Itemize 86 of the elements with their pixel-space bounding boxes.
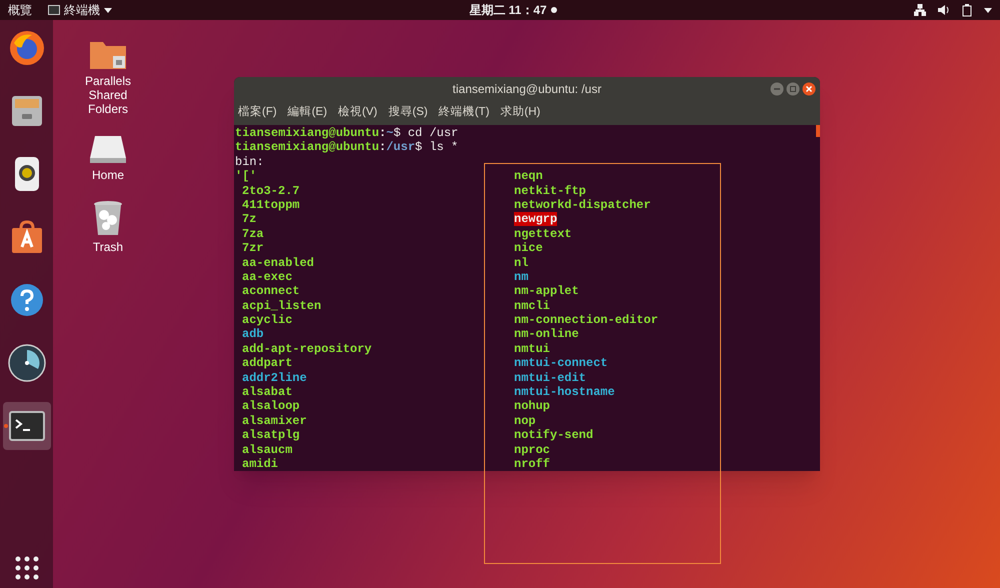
menu-item[interactable]: 檢視(V) (338, 104, 378, 122)
file-name: alsabat (242, 385, 292, 400)
file-name: nm-online (514, 327, 579, 342)
file-name: addpart (242, 356, 292, 370)
command-text: $ ls * (415, 140, 458, 154)
menu-item[interactable]: 求助(H) (500, 104, 540, 122)
prompt-separator: : (379, 140, 386, 154)
app-menu[interactable]: 終端機 (48, 1, 112, 19)
file-name: '[' (235, 169, 257, 184)
globe-fox-icon (8, 29, 46, 67)
file-name: nmtui-hostname (514, 385, 615, 400)
file-name: nm-connection-editor (514, 313, 658, 328)
file-name: nmtui-connect (514, 356, 608, 370)
file-name: aa-enabled (242, 256, 314, 270)
icon-label: Parallels Shared Folders (84, 74, 132, 116)
desktop-icon[interactable]: Trash (68, 200, 148, 254)
caret-icon (104, 8, 112, 12)
notification-dot-icon (550, 7, 557, 13)
file-name: alsaloop (242, 399, 300, 414)
file-name: nmcli (514, 298, 550, 313)
icon-label: Trash (92, 240, 124, 254)
desktop-icon[interactable]: Home (68, 134, 148, 182)
file-name: 411toppm (242, 198, 300, 212)
file-name: notify-send (514, 428, 594, 442)
file-name: nproc (514, 442, 550, 457)
file-name: neqn (514, 169, 543, 184)
running-indicator (4, 424, 8, 428)
volume-icon[interactable] (938, 4, 950, 16)
gauge-icon (8, 344, 46, 382)
icon-label: Home (90, 168, 125, 182)
menu-item[interactable]: 檔案(F) (238, 104, 277, 122)
caret-icon[interactable] (984, 8, 992, 12)
close-button[interactable] (802, 82, 816, 96)
scrollbar-thumb[interactable] (816, 125, 820, 137)
window-title: tiansemixiang@ubuntu: /usr (452, 81, 602, 98)
file-name: networkd-dispatcher (514, 198, 651, 212)
battery-icon[interactable] (962, 4, 972, 16)
minimize-button[interactable] (770, 82, 784, 96)
file-name: nmtui-edit (514, 370, 586, 385)
file-name: netkit-ftp (514, 184, 586, 198)
dock-item[interactable] (2, 402, 50, 450)
file-name: nm-applet (514, 284, 579, 298)
menu-item[interactable]: 編輯(E) (288, 104, 328, 122)
drive-icon (89, 134, 127, 164)
file-name: aconnect (242, 284, 300, 298)
file-name: alsaucm (242, 442, 292, 457)
file-name: nroff (514, 456, 550, 471)
terminal-icon (48, 5, 60, 15)
app-grid-icon[interactable] (14, 556, 38, 580)
file-name: newgrp (514, 212, 558, 226)
file-name: 2to3-2.7 (242, 184, 300, 198)
file-name: nm (514, 270, 528, 284)
file-name: nl (514, 256, 528, 270)
file-name: addr2line (242, 370, 307, 385)
prompt-user: tiansemixiang@ubuntu (235, 126, 380, 140)
file-name: 7z (242, 212, 256, 226)
trash-icon (93, 200, 123, 236)
terminal-icon (8, 411, 44, 441)
network-icon[interactable] (914, 4, 926, 16)
file-name: nice (514, 241, 543, 256)
file-name: 7zr (242, 241, 264, 256)
file-name: nohup (514, 399, 550, 414)
prompt-path: ~ (386, 126, 394, 140)
file-name: alsamixer (242, 414, 307, 428)
menu-item[interactable]: 搜尋(S) (388, 104, 428, 122)
prompt-path: /usr (386, 140, 416, 154)
file-name: aa-exec (242, 270, 292, 284)
activities-button[interactable]: 概覽 (8, 1, 32, 19)
help-icon (10, 283, 44, 317)
clock[interactable]: 星期二 11：47 (469, 1, 547, 19)
directory-heading: bin: (235, 154, 264, 169)
file-name: nop (514, 414, 536, 428)
desktop-icon[interactable]: Parallels Shared Folders (68, 38, 148, 116)
file-name: adb (242, 327, 264, 342)
file-name: acyclic (242, 313, 292, 328)
prompt-user: tiansemixiang@ubuntu (235, 140, 380, 154)
file-name: nmtui (514, 342, 550, 356)
file-name: 7za (242, 226, 264, 241)
prompt-separator: : (379, 126, 386, 140)
file-name: add-apt-repository (242, 342, 372, 356)
file-name: ngettext (514, 226, 572, 241)
file-name: alsatplg (242, 428, 300, 442)
file-name: acpi_listen (242, 298, 322, 313)
command-text: $ cd /usr (393, 126, 458, 140)
menu-item[interactable]: 終端機(T) (438, 104, 490, 122)
file-name: amidi (242, 456, 278, 471)
